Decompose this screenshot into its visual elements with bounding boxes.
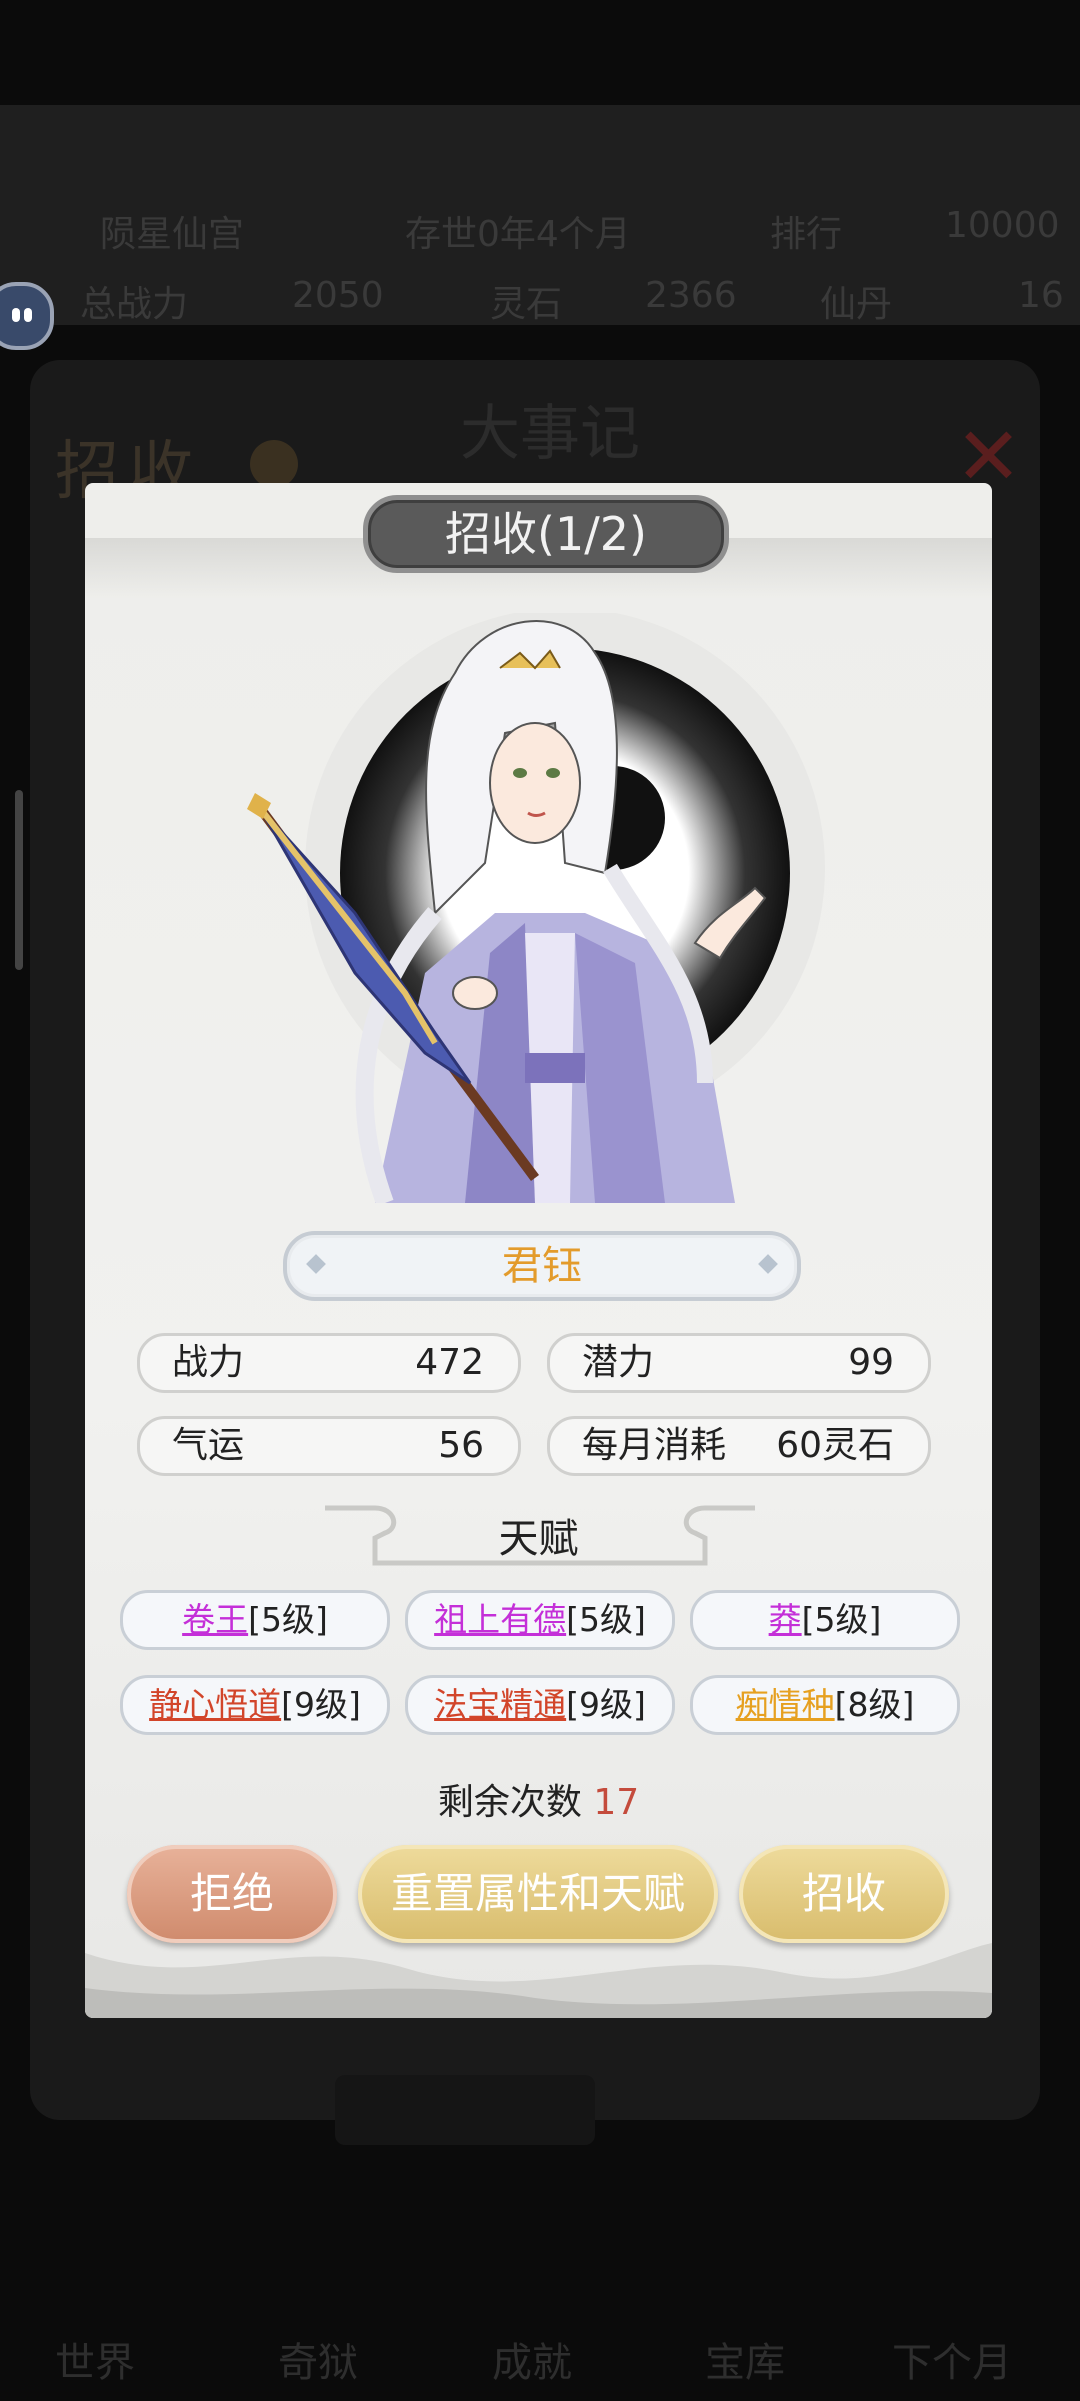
remaining-value: 17 — [593, 1782, 640, 1823]
left-diamond-icon — [306, 1254, 326, 1274]
bg-bottom-tab — [335, 2075, 595, 2145]
talent-name: 法宝精通 — [434, 1685, 567, 1724]
talent-name: 莽 — [768, 1600, 802, 1639]
talent-item[interactable]: 法宝精通[9级] — [405, 1675, 675, 1735]
help-icon — [250, 440, 298, 488]
bg-info-row-1: 陨星仙宫 存世0年4个月 排行 10000 — [0, 195, 1080, 255]
talent-name: 静心悟道 — [149, 1685, 282, 1724]
stat-luck-value: 56 — [438, 1425, 484, 1466]
bg-rank-value: 10000 — [945, 205, 1060, 246]
talent-item[interactable]: 莽[5级] — [690, 1590, 960, 1650]
bg-info-row-2: 总战力 2050 灵石 2366 仙丹 16 — [0, 265, 1080, 325]
bg-sect-name: 陨星仙宫 — [100, 214, 245, 255]
stat-potential-label: 潜力 — [582, 1342, 655, 1383]
stat-luck-label: 气运 — [172, 1425, 245, 1466]
bottom-nav: 世界 奇狱 成就 宝库 下个月 — [0, 2230, 1080, 2401]
talent-name: 痴情种 — [735, 1685, 835, 1724]
stat-monthly-label: 每月消耗 — [582, 1425, 727, 1466]
bottom-cloud-decoration — [85, 1943, 992, 2018]
stat-potential: 潜力 99 — [547, 1333, 931, 1393]
talent-level: [8级] — [834, 1685, 915, 1724]
stat-luck: 气运 56 — [137, 1416, 521, 1476]
remaining-count: 剩余次数 17 — [85, 1773, 992, 1825]
recruit-dialog: 招收(1/2) 君钰 战力 472 潜力 99 气运 56 每月消耗 60灵石 … — [85, 483, 992, 2018]
talent-level: [5级] — [566, 1600, 646, 1639]
character-portrait — [247, 613, 825, 1203]
stat-potential-value: 99 — [848, 1342, 894, 1383]
talent-item[interactable]: 祖上有德[5级] — [405, 1590, 675, 1650]
stat-monthly-value: 60灵石 — [776, 1425, 894, 1466]
bg-stone-label: 灵石 — [490, 284, 563, 325]
remaining-label: 剩余次数 — [437, 1782, 582, 1823]
nav-world[interactable]: 世界 — [55, 2330, 135, 2388]
right-diamond-icon — [758, 1254, 778, 1274]
bg-rank-label: 排行 — [770, 214, 843, 255]
stat-monthly-cost: 每月消耗 60灵石 — [547, 1416, 931, 1476]
bg-stone-value: 2366 — [645, 275, 737, 316]
stat-power: 战力 472 — [137, 1333, 521, 1393]
nav-achievement[interactable]: 成就 — [492, 2330, 572, 2388]
talent-item[interactable]: 卷王[5级] — [120, 1590, 390, 1650]
dialog-title: 招收(1/2) — [363, 495, 729, 573]
chat-bubble-icon[interactable] — [0, 282, 54, 350]
scrollbar — [15, 790, 23, 970]
talent-level: [9级] — [281, 1685, 361, 1724]
stat-power-value: 472 — [415, 1342, 484, 1383]
talent-title: 天赋 — [498, 1516, 579, 1562]
talent-level: [5级] — [801, 1600, 882, 1639]
nav-prison[interactable]: 奇狱 — [278, 2330, 358, 2388]
nav-treasury[interactable]: 宝库 — [705, 2330, 785, 2388]
bg-item-label: 仙丹 — [820, 284, 893, 325]
talent-level: [9级] — [566, 1685, 646, 1724]
bg-exist-time: 存世0年4个月 — [405, 214, 631, 255]
character-name-plate: 君钰 — [283, 1231, 801, 1301]
bg-power-label: 总战力 — [80, 284, 189, 325]
nav-next-month[interactable]: 下个月 — [892, 2330, 1012, 2388]
character-name: 君钰 — [502, 1243, 582, 1289]
talent-name: 祖上有德 — [434, 1600, 567, 1639]
bg-item-value: 16 — [1018, 275, 1064, 316]
talent-level: [5级] — [248, 1600, 328, 1639]
talent-name: 卷王 — [182, 1600, 249, 1639]
talent-item[interactable]: 静心悟道[9级] — [120, 1675, 390, 1735]
bg-power-value: 2050 — [292, 275, 384, 316]
talent-item[interactable]: 痴情种[8级] — [690, 1675, 960, 1735]
stat-power-label: 战力 — [172, 1342, 245, 1383]
bg-mid-title: 大事记 — [460, 399, 640, 469]
